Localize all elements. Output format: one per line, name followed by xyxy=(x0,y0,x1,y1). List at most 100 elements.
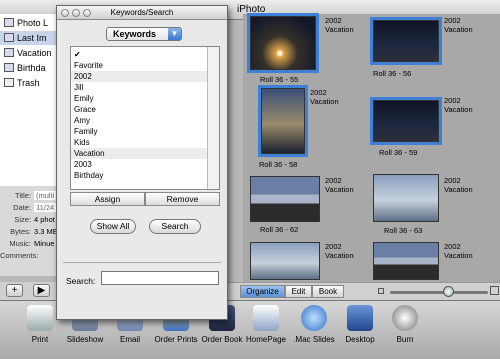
photo-image[interactable] xyxy=(258,85,308,157)
source-album-birthday[interactable]: Birthda xyxy=(4,61,46,75)
info-size: Size: 4 phot xyxy=(0,214,60,226)
photo-keywords: 2002 Vacation xyxy=(444,176,473,194)
keyword-item[interactable]: Jill xyxy=(71,82,208,93)
photo-image xyxy=(250,242,320,280)
organize-mode-button[interactable]: Organize xyxy=(240,285,285,298)
keyword-item[interactable]: Kids xyxy=(71,137,208,148)
photo-keywords: 2002 Vacation xyxy=(325,242,354,260)
tool-label: Burn xyxy=(396,335,414,344)
date-field[interactable]: 11/24 xyxy=(34,203,57,212)
checkmark-icon: ✔ xyxy=(74,50,81,59)
keyword-list: ✔ Favorite 2002 Jill Emily Grace Amy Fam… xyxy=(70,46,220,190)
bytes-value: 3.3 ME xyxy=(34,227,58,236)
tool-label: HomePage xyxy=(245,335,287,344)
info-key: Bytes: xyxy=(10,227,31,236)
photo-caption: Roll 36 - 55 xyxy=(260,75,299,84)
desktop-icon xyxy=(347,305,373,331)
source-album-vacation[interactable]: Vacation xyxy=(4,46,51,60)
info-panel: Title: (multi Date: 11/24 Size: 4 phot Byte… xyxy=(0,186,60,276)
photo-keywords: 2002 Vacation xyxy=(325,16,354,34)
keyword-item[interactable]: 2003 xyxy=(71,159,208,170)
photo-caption: Roll 36 - 58 xyxy=(259,160,298,169)
photo-caption: Roll 36 - 63 xyxy=(384,226,423,235)
edit-mode-button[interactable]: Edit xyxy=(285,285,312,298)
keywords-search-palette: Keywords/Search Keywords ▼ ✔ Favorite 20… xyxy=(56,5,228,320)
printer-icon xyxy=(27,305,53,331)
info-key: Size: xyxy=(14,215,31,224)
source-buttons: + ▶ xyxy=(0,282,60,300)
keywords-popup[interactable]: Keywords ▼ xyxy=(106,27,182,41)
trash-icon xyxy=(4,78,14,87)
keyword-item[interactable]: Vacation xyxy=(71,148,208,159)
source-label: Vacation xyxy=(17,48,52,58)
popup-value: Keywords xyxy=(113,29,157,39)
source-label: Trash xyxy=(17,78,40,88)
info-title: Title: (multi xyxy=(0,190,60,202)
source-photo-library[interactable]: Photo L xyxy=(4,16,48,30)
keyword-item[interactable]: Amy xyxy=(71,115,208,126)
photo-library-icon xyxy=(4,18,14,27)
search-button[interactable]: Search xyxy=(149,219,201,234)
info-key: Music: xyxy=(9,239,31,248)
play-icon: ▶ xyxy=(37,285,46,296)
palette-titlebar[interactable]: Keywords/Search xyxy=(57,6,227,20)
photo-image[interactable] xyxy=(247,13,319,73)
info-comments: Comments: xyxy=(0,250,60,262)
size-slider-knob[interactable] xyxy=(443,286,454,297)
homepage-icon xyxy=(253,305,279,331)
album-icon xyxy=(4,48,14,57)
info-key: Date: xyxy=(13,203,31,212)
photo-viewer: 2002 Vacation Roll 36 - 55 2002 Vacation R… xyxy=(243,13,500,282)
play-slideshow-button[interactable]: ▶ xyxy=(33,284,50,297)
music-value: Minue xyxy=(34,239,55,248)
keyword-item[interactable]: Emily xyxy=(71,93,208,104)
plus-icon: + xyxy=(11,285,18,296)
photo-keywords: 2002 Vacation xyxy=(444,96,473,114)
size-slider-track[interactable] xyxy=(390,291,488,294)
small-thumbnail-icon xyxy=(378,288,384,294)
burn-button[interactable]: Burn xyxy=(378,305,432,344)
photo-caption: Roll 36 - 62 xyxy=(260,225,299,234)
photo-image xyxy=(373,174,439,222)
search-input[interactable] xyxy=(101,271,219,285)
keyword-list-scrollbar[interactable] xyxy=(207,47,219,189)
source-label: Photo L xyxy=(17,18,49,28)
photo-image[interactable] xyxy=(370,17,442,65)
source-label: Birthda xyxy=(17,63,46,73)
remove-button[interactable]: Remove xyxy=(145,192,220,206)
search-label: Search: xyxy=(66,276,96,286)
photo-caption: Roll 36 - 59 xyxy=(379,148,418,157)
keyword-item[interactable]: Birthday xyxy=(71,170,208,181)
info-bytes: Bytes: 3.3 ME xyxy=(0,226,60,238)
large-thumbnail-icon xyxy=(490,286,499,295)
source-trash[interactable]: Trash xyxy=(4,76,40,90)
info-key: Title: xyxy=(15,191,31,200)
chevron-down-icon: ▼ xyxy=(168,28,181,40)
photo-caption: Roll 36 - 56 xyxy=(373,69,412,78)
photo-image xyxy=(250,176,320,222)
photo-keywords: 2002 Vacation xyxy=(310,88,339,106)
checkmark-keyword[interactable]: ✔ xyxy=(71,49,208,60)
source-last-import[interactable]: Last Im xyxy=(0,31,60,45)
keyword-item[interactable]: Family xyxy=(71,126,208,137)
title-field[interactable]: (multi xyxy=(34,191,57,200)
keyword-item[interactable]: Favorite xyxy=(71,60,208,71)
homepage-button[interactable]: HomePage xyxy=(239,305,293,344)
photo-keywords: 2002 Vacation xyxy=(444,242,473,260)
keyword-item[interactable]: 2002 xyxy=(71,71,208,82)
keyword-item[interactable]: Grace xyxy=(71,104,208,115)
photo-image xyxy=(373,242,439,280)
book-mode-button[interactable]: Book xyxy=(312,285,344,298)
album-icon xyxy=(4,63,14,72)
photo-image[interactable] xyxy=(370,97,442,145)
palette-title: Keywords/Search xyxy=(110,8,174,17)
assign-button[interactable]: Assign xyxy=(70,192,145,206)
size-value: 4 phot xyxy=(34,215,55,224)
iphoto-window: iPhoto Photo L Last Im Vacation Birthda … xyxy=(0,0,500,359)
source-list: Photo L Last Im Vacation Birthda Trash xyxy=(0,14,60,186)
mac-slides-icon xyxy=(301,305,327,331)
show-all-button[interactable]: Show All xyxy=(90,219,136,234)
last-import-icon xyxy=(4,33,14,42)
add-album-button[interactable]: + xyxy=(6,284,23,297)
photo-keywords: 2002 Vacation xyxy=(325,176,354,194)
